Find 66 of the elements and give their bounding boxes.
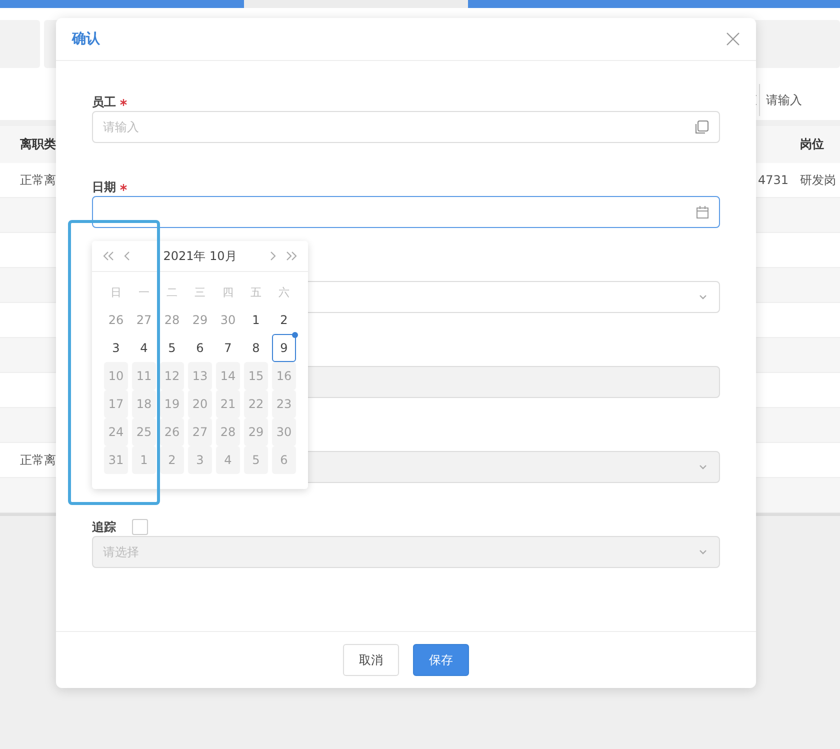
calendar-day[interactable]: 24 bbox=[104, 418, 128, 446]
calendar-day[interactable]: 15 bbox=[244, 362, 268, 390]
calendar-day[interactable]: 27 bbox=[132, 306, 156, 334]
weekday-label: 三 bbox=[194, 284, 206, 300]
copy-icon bbox=[695, 120, 709, 134]
calendar-day[interactable]: 19 bbox=[160, 390, 184, 418]
calendar-day[interactable]: 1 bbox=[244, 306, 268, 334]
calendar-day[interactable]: 12 bbox=[160, 362, 184, 390]
table-cell: 4731 bbox=[758, 173, 789, 187]
calendar-day[interactable]: 26 bbox=[104, 306, 128, 334]
field-label: 日期 bbox=[92, 178, 116, 196]
weekday-label: 四 bbox=[222, 284, 234, 300]
calendar-day[interactable]: 29 bbox=[244, 418, 268, 446]
calendar-day[interactable]: 10 bbox=[104, 362, 128, 390]
calendar-day[interactable]: 17 bbox=[104, 390, 128, 418]
calendar-day[interactable]: 2 bbox=[272, 306, 296, 334]
weekday-label: 六 bbox=[278, 284, 290, 300]
next-icon[interactable] bbox=[268, 251, 298, 261]
calendar-day[interactable]: 4 bbox=[216, 446, 240, 474]
calendar-day[interactable]: 28 bbox=[216, 418, 240, 446]
calendar-day[interactable]: 30 bbox=[272, 418, 296, 446]
table-cell: 正常离 bbox=[20, 452, 56, 468]
calendar-day[interactable]: 8 bbox=[244, 334, 268, 362]
calendar-day[interactable]: 29 bbox=[188, 306, 212, 334]
calendar-day[interactable]: 4 bbox=[132, 334, 156, 362]
calendar-day[interactable]: 30 bbox=[216, 306, 240, 334]
calendar-day[interactable]: 21 bbox=[216, 390, 240, 418]
calendar-day[interactable]: 11 bbox=[132, 362, 156, 390]
input-field[interactable]: 请输入 bbox=[92, 111, 720, 143]
calendar-day[interactable]: 16 bbox=[272, 362, 296, 390]
field-label: 员工 bbox=[92, 94, 116, 110]
calendar-day[interactable]: 3 bbox=[104, 334, 128, 362]
calendar-day[interactable]: 28 bbox=[160, 306, 184, 334]
calendar-day[interactable]: 20 bbox=[188, 390, 212, 418]
calendar-day[interactable]: 5 bbox=[244, 446, 268, 474]
month-title: 2021年 10月 bbox=[163, 248, 237, 264]
calendar-day[interactable]: 14 bbox=[216, 362, 240, 390]
calendar-day[interactable]: 25 bbox=[132, 418, 156, 446]
calendar-day[interactable]: 5 bbox=[160, 334, 184, 362]
weekday-label: 二 bbox=[166, 284, 178, 300]
calendar-day[interactable]: 22 bbox=[244, 390, 268, 418]
save-button[interactable]: 保存 bbox=[413, 644, 469, 676]
weekday-label: 日 bbox=[110, 284, 122, 300]
column-header: 离职类 bbox=[20, 136, 56, 153]
calendar-day[interactable]: 27 bbox=[188, 418, 212, 446]
calendar-day[interactable]: 6 bbox=[188, 334, 212, 362]
close-icon[interactable] bbox=[726, 32, 740, 46]
calendar-day[interactable]: 2 bbox=[160, 446, 184, 474]
column-header: 岗位 bbox=[800, 136, 824, 153]
calendar-day[interactable]: 26 bbox=[160, 418, 184, 446]
weekday-label: 五 bbox=[250, 284, 262, 300]
field-label: 追踪 bbox=[92, 518, 116, 536]
weekday-label: 一 bbox=[138, 284, 150, 300]
calendar-day[interactable]: 31 bbox=[104, 446, 128, 474]
calendar-day[interactable]: 6 bbox=[272, 446, 296, 474]
calendar-day[interactable]: 18 bbox=[132, 390, 156, 418]
table-cell: 研发岗 bbox=[800, 172, 836, 188]
calendar-day[interactable]: 23 bbox=[272, 390, 296, 418]
calendar-day[interactable]: 3 bbox=[188, 446, 212, 474]
calendar-day[interactable]: 7 bbox=[216, 334, 240, 362]
calendar-day[interactable]: 13 bbox=[188, 362, 212, 390]
table-cell: 正常离 bbox=[20, 172, 56, 188]
dialog-title: 确认 bbox=[72, 30, 100, 48]
cancel-button[interactable]: 取消 bbox=[343, 644, 399, 676]
calendar-day[interactable]: 1 bbox=[132, 446, 156, 474]
previous-icon[interactable] bbox=[102, 251, 132, 261]
